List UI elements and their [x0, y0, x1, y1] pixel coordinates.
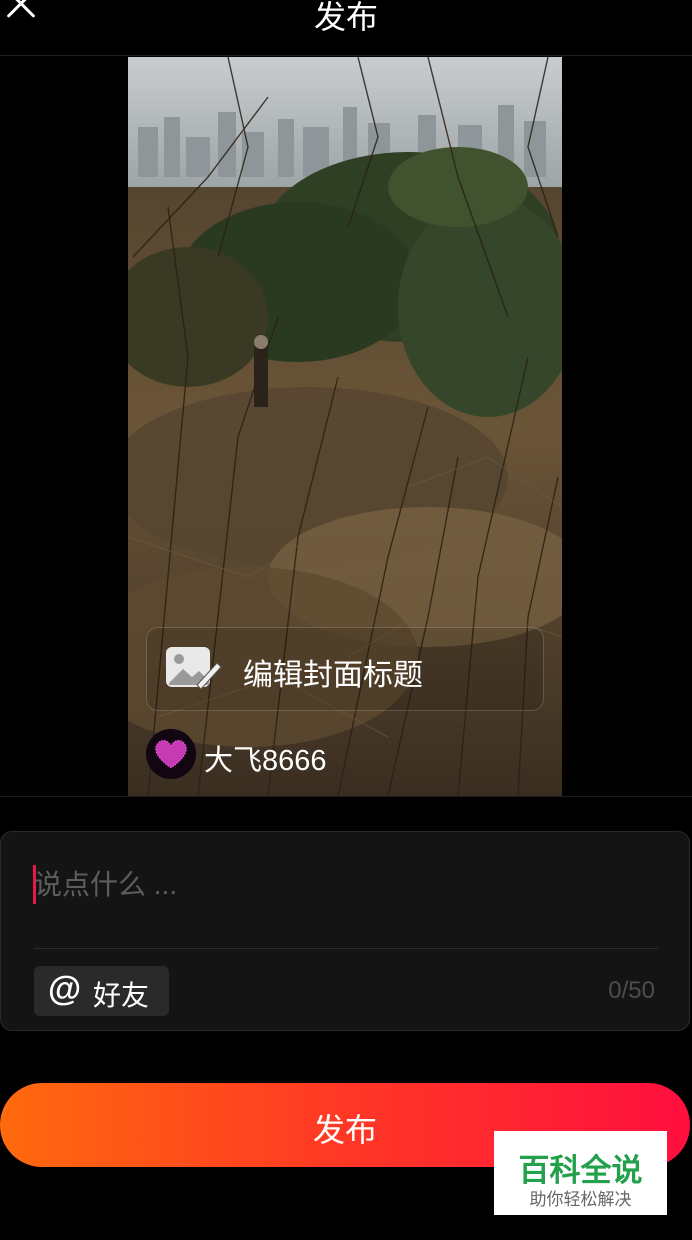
page-title: 发布 [313, 0, 378, 35]
caption-panel: @ 好友 0/50 [0, 831, 690, 1031]
mention-friends-label: 好友 [93, 980, 150, 1011]
at-icon: @ [48, 970, 82, 1008]
author-avatar[interactable] [146, 729, 196, 779]
video-preview[interactable]: 编辑封面标题 大飞8666 [128, 57, 562, 796]
watermark-subtitle: 助你轻松解决 [529, 1190, 632, 1209]
caption-input[interactable] [34, 862, 654, 908]
edit-cover-title-button[interactable]: 编辑封面标题 [146, 627, 544, 711]
character-counter: 0/50 [608, 977, 655, 1004]
mention-friends-button[interactable]: @ 好友 [34, 966, 169, 1016]
watermark-title: 百科全说 [518, 1153, 643, 1188]
edit-cover-title-label: 编辑封面标题 [243, 659, 423, 692]
divider [0, 796, 692, 797]
divider [34, 948, 658, 949]
author-name: 大飞8666 [204, 745, 327, 777]
image-edit-icon [166, 647, 222, 690]
heart-icon [146, 729, 196, 779]
watermark-logo: 百科全说 助你轻松解决 [494, 1131, 667, 1215]
top-bar: 发布 [0, 0, 692, 56]
